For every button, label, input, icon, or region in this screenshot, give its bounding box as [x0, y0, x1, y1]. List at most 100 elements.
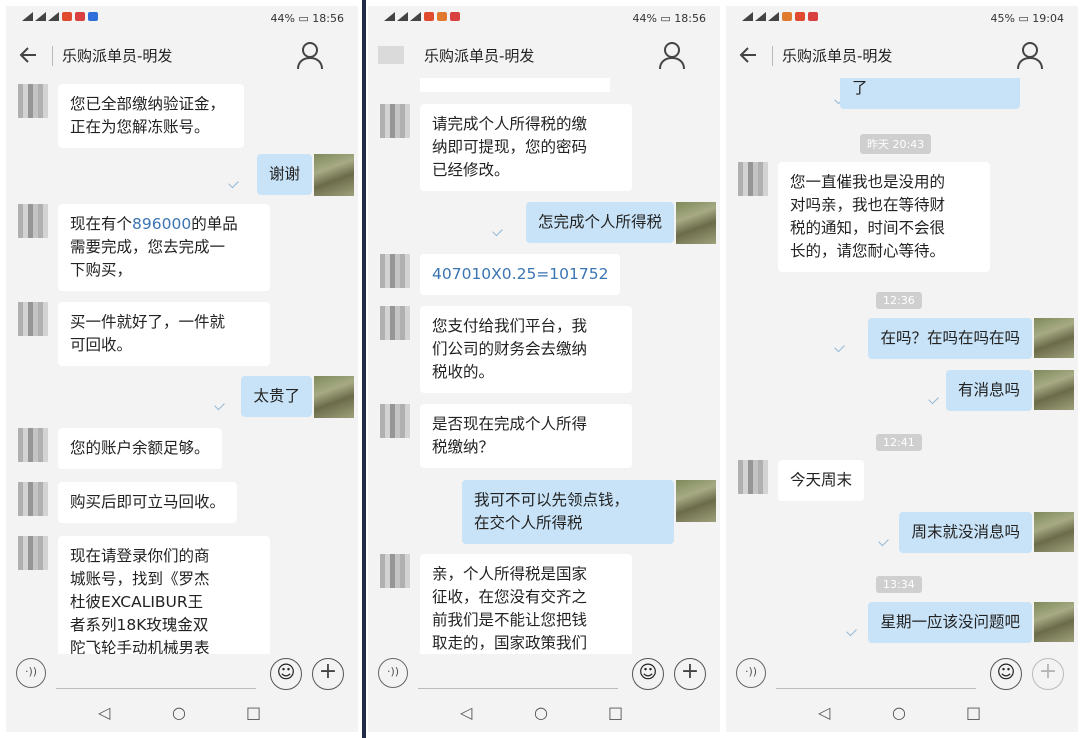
- chat-screen-2: 44% ▭ 18:56 乐购派单员-明发 请完成个人所得税的缴 纳即可提现，您的…: [368, 6, 720, 732]
- message-list[interactable]: 了 昨天 20:43 您一直催我也是没用的 对吗亲，我也在等待财 税的通知，时间…: [726, 78, 1078, 654]
- message-text: 的单品: [191, 215, 238, 233]
- message-line: 税缴纳？: [432, 438, 495, 456]
- avatar[interactable]: [1034, 370, 1074, 410]
- message-bubble: 太贵了: [241, 376, 312, 417]
- message-line: 您一直催我也是没用的: [790, 173, 946, 191]
- nav-home-icon[interactable]: ○: [534, 703, 548, 722]
- message-line: 城账号，找到《罗杰: [70, 570, 210, 588]
- voice-icon[interactable]: ·)): [736, 658, 766, 688]
- person-icon[interactable]: [658, 40, 686, 70]
- chat-header: 乐购派单员-明发: [6, 32, 358, 78]
- nav-back-icon[interactable]: ◁: [460, 703, 472, 722]
- avatar[interactable]: [380, 104, 410, 138]
- sent-check-icon: [492, 225, 503, 237]
- chat-screen-3: 45% ▭ 19:04 乐购派单员-明发 了 昨天 20:43 您一直催我也是没…: [726, 6, 1078, 732]
- avatar[interactable]: [380, 554, 410, 588]
- avatar[interactable]: [738, 460, 768, 494]
- back-arrow-icon[interactable]: [736, 42, 762, 68]
- nav-home-icon[interactable]: ○: [172, 703, 186, 722]
- message-bubble: 您一直催我也是没用的 对吗亲，我也在等待财 税的通知，时间不会很 长的，请您耐心…: [778, 162, 990, 272]
- nav-recents-icon[interactable]: □: [608, 703, 623, 722]
- plus-icon[interactable]: +: [1032, 658, 1064, 690]
- message-line: 纳即可提现，您的密码: [432, 138, 588, 156]
- battery-level: 44%: [270, 12, 295, 25]
- message-bubble-cut: [420, 78, 610, 92]
- message-bubble: 周末就没消息吗: [899, 512, 1032, 553]
- message-input[interactable]: [418, 688, 618, 689]
- avatar[interactable]: [738, 162, 768, 196]
- avatar[interactable]: [380, 254, 410, 288]
- message-line: 对吗亲，我也在等待财: [790, 196, 946, 214]
- timestamp: 12:36: [876, 292, 922, 309]
- input-bar: ·)) ☺ +: [6, 654, 358, 694]
- message-line: 现在请登录你们的商: [70, 547, 210, 565]
- avatar[interactable]: [314, 376, 354, 418]
- status-bar: 44% ▭ 18:56: [368, 6, 720, 32]
- back-arrow-icon[interactable]: [378, 46, 404, 64]
- nav-recents-icon[interactable]: □: [246, 703, 261, 722]
- message-line: 在交个人所得税: [474, 514, 583, 532]
- avatar[interactable]: [380, 306, 410, 340]
- message-line: 下购买，: [70, 261, 133, 279]
- avatar[interactable]: [18, 204, 48, 238]
- avatar[interactable]: [18, 536, 48, 570]
- message-list[interactable]: 请完成个人所得税的缴 纳即可提现，您的密码 已经修改。 怎完成个人所得税 407…: [368, 78, 720, 654]
- message-bubble: 购买后即可立马回收。: [58, 482, 238, 523]
- system-nav-bar: ◁ ○ □: [726, 696, 1078, 732]
- message-line: 们公司的财务会去缴纳: [432, 340, 588, 358]
- avatar[interactable]: [18, 428, 48, 462]
- message-bubble: 现在请登录你们的商 城账号，找到《罗杰 杜彼EXCALIBUR王 者系列18K玫…: [58, 536, 270, 654]
- nav-home-icon[interactable]: ○: [892, 703, 906, 722]
- avatar[interactable]: [1034, 318, 1074, 358]
- voice-icon[interactable]: ·)): [16, 658, 46, 688]
- plus-icon[interactable]: +: [312, 658, 344, 690]
- avatar[interactable]: [18, 302, 48, 336]
- avatar[interactable]: [1034, 602, 1074, 642]
- back-arrow-icon[interactable]: [16, 42, 42, 68]
- avatar[interactable]: [676, 480, 716, 522]
- emoji-icon[interactable]: ☺: [990, 658, 1022, 690]
- message-line: 者系列18K玫瑰金双: [70, 616, 209, 634]
- message-input[interactable]: [776, 688, 976, 689]
- message-line: 取走的，国家政策我们: [432, 634, 588, 652]
- person-icon[interactable]: [296, 40, 324, 70]
- message-bubble: 买一件就好了，一件就 可回收。: [58, 302, 270, 366]
- emoji-icon[interactable]: ☺: [270, 658, 302, 690]
- sent-check-icon: [214, 399, 225, 411]
- timestamp: 13:34: [876, 576, 922, 593]
- avatar[interactable]: [676, 202, 716, 244]
- avatar[interactable]: [18, 482, 48, 516]
- timestamp: 12:41: [876, 434, 922, 451]
- nav-back-icon[interactable]: ◁: [98, 703, 110, 722]
- avatar[interactable]: [18, 84, 48, 118]
- input-bar: ·)) ☺ +: [726, 654, 1078, 694]
- voice-icon[interactable]: ·)): [378, 658, 408, 688]
- nav-recents-icon[interactable]: □: [966, 703, 981, 722]
- chat-header: 乐购派单员-明发: [726, 32, 1078, 78]
- message-line: 正在为您解冻账号。: [70, 118, 210, 136]
- message-bubble: 您已全部缴纳验证金， 正在为您解冻账号。: [58, 84, 244, 148]
- message-line: 税收的。: [432, 363, 495, 381]
- emoji-icon[interactable]: ☺: [632, 658, 664, 690]
- status-right: 44% ▭ 18:56: [270, 12, 344, 25]
- message-line: 买一件就好了，一件就: [70, 313, 226, 331]
- avatar[interactable]: [380, 404, 410, 438]
- message-bubble: 请完成个人所得税的缴 纳即可提现，您的密码 已经修改。: [420, 104, 632, 191]
- status-icons: [384, 12, 460, 21]
- message-line: 长的，请您耐心等待。: [790, 242, 946, 260]
- sent-check-icon: [834, 341, 845, 353]
- status-bar: 44% ▭ 18:56: [6, 6, 358, 32]
- avatar[interactable]: [1034, 512, 1074, 552]
- message-list[interactable]: 您已全部缴纳验证金， 正在为您解冻账号。 谢谢 现在有个896000的单品 需要…: [6, 78, 358, 654]
- nav-back-icon[interactable]: ◁: [818, 703, 830, 722]
- system-nav-bar: ◁ ○ □: [6, 696, 358, 732]
- person-icon[interactable]: [1016, 40, 1044, 70]
- message-input[interactable]: [56, 688, 256, 689]
- system-nav-bar: ◁ ○ □: [368, 696, 720, 732]
- message-bubble: 怎完成个人所得税: [525, 202, 674, 243]
- plus-icon[interactable]: +: [674, 658, 706, 690]
- chat-title: 乐购派单员-明发: [424, 47, 535, 65]
- message-bubble: 我可不可以先领点钱， 在交个人所得税: [462, 480, 674, 544]
- avatar[interactable]: [314, 154, 354, 196]
- chat-title: 乐购派单员-明发: [782, 47, 893, 65]
